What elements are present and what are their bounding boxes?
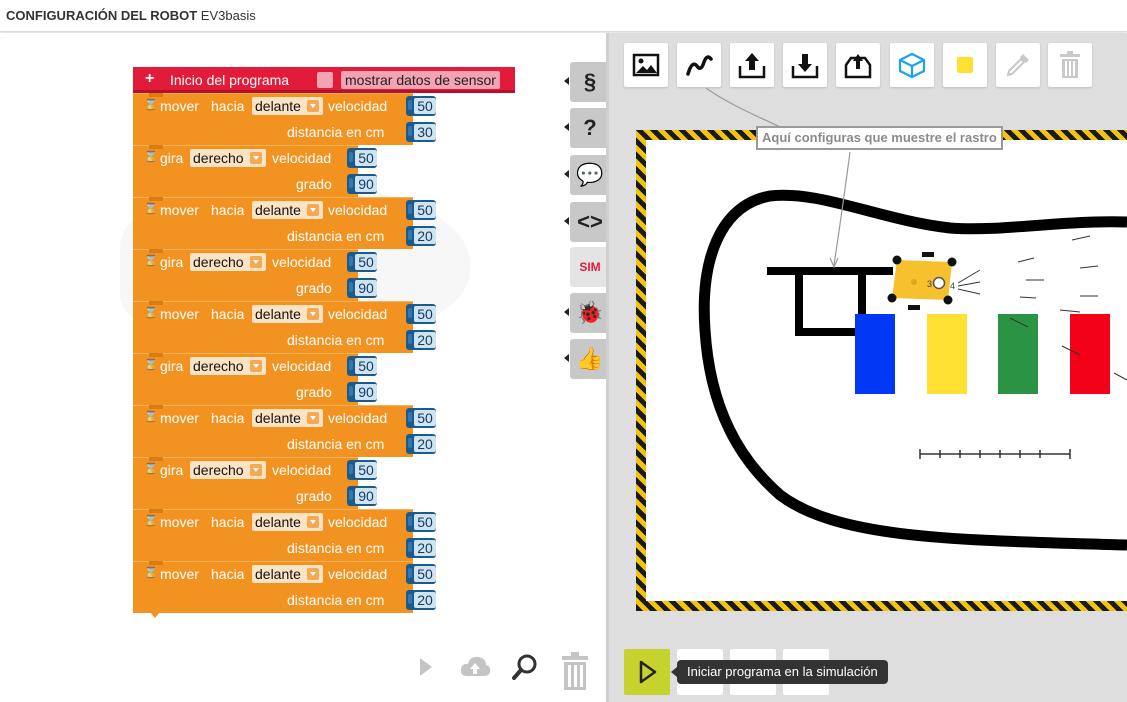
callout-arrows xyxy=(705,87,851,269)
start-simulation-tooltip: Iniciar programa en la simulación xyxy=(671,660,888,684)
robot[interactable]: 3 4 xyxy=(887,252,957,310)
trail-callout: Aquí configuras que muestre el rastro xyxy=(756,126,1003,150)
green-block[interactable] xyxy=(998,314,1038,394)
yellow-block[interactable] xyxy=(927,314,967,394)
red-block[interactable] xyxy=(1070,314,1110,394)
stage-drawing: 3 4 xyxy=(698,87,1127,551)
start-simulation-button[interactable] xyxy=(624,649,670,695)
ruler xyxy=(919,449,1071,459)
track-line xyxy=(698,189,1127,551)
blue-block[interactable] xyxy=(855,314,895,394)
robot-sensor-label-left: 3 xyxy=(927,279,932,289)
robot-sensor-label-right: 4 xyxy=(950,281,955,291)
play-icon xyxy=(639,660,657,684)
